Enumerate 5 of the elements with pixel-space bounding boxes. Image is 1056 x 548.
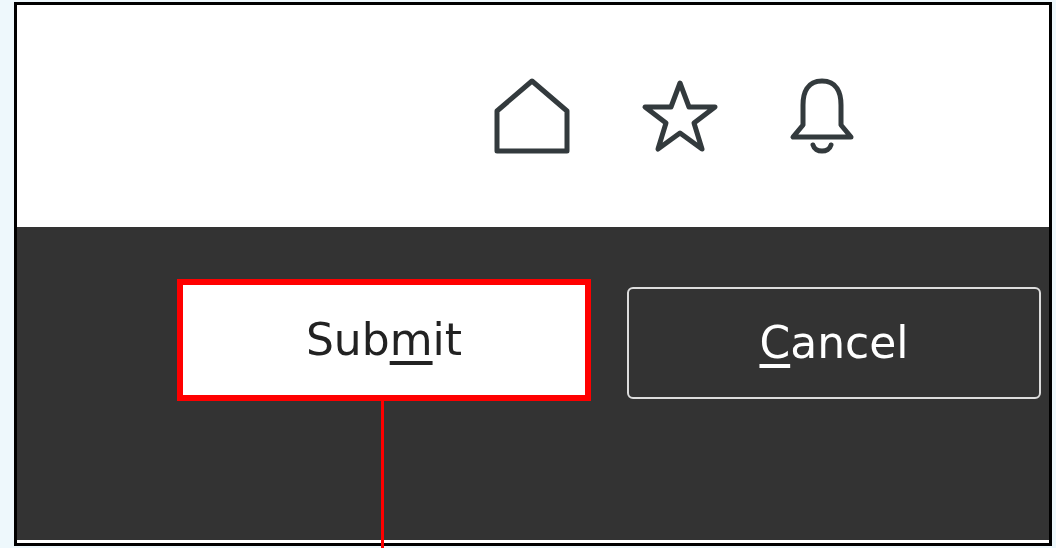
home-icon[interactable] <box>493 77 571 155</box>
star-icon[interactable] <box>641 79 719 153</box>
bell-icon[interactable] <box>789 77 855 155</box>
cancel-button[interactable]: Cancel <box>627 287 1041 399</box>
submit-button[interactable]: Submit <box>177 279 591 401</box>
